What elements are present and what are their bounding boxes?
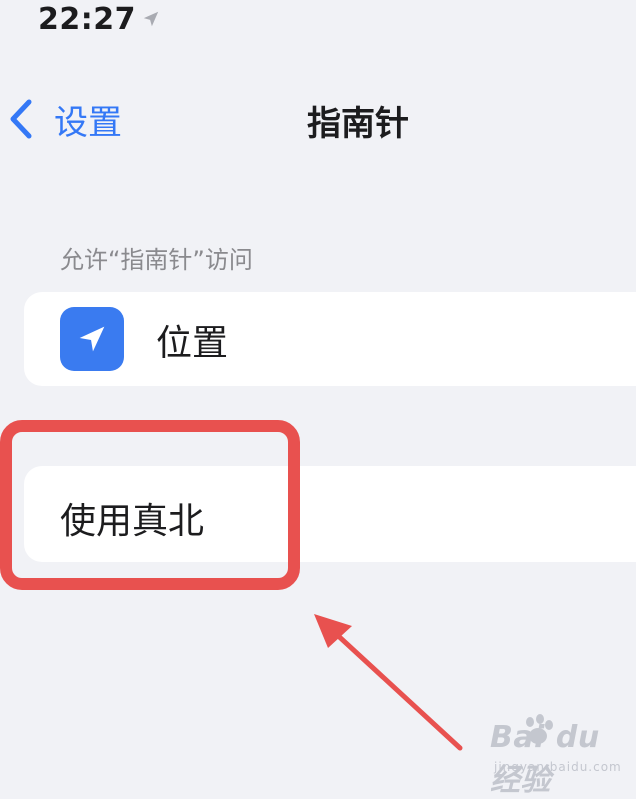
section-header-permissions: 允许“指南针”访问 [60, 246, 253, 274]
location-arrow-icon [143, 11, 159, 27]
location-app-icon [60, 307, 124, 371]
watermark-sub-text: jingyan.baidu.com [494, 760, 622, 774]
location-arrow-icon [79, 326, 105, 352]
location-label: 位置 [156, 323, 229, 364]
status-time: 22:27 [38, 2, 136, 37]
annotation-arrow-icon [314, 614, 463, 751]
highlight-annotation-box [0, 420, 300, 590]
baidu-watermark: Bai du 经验 jingyan.baidu.com [466, 712, 626, 798]
location-permission-row[interactable]: 位置 [24, 292, 636, 386]
page-title: 指南针 [307, 104, 409, 144]
